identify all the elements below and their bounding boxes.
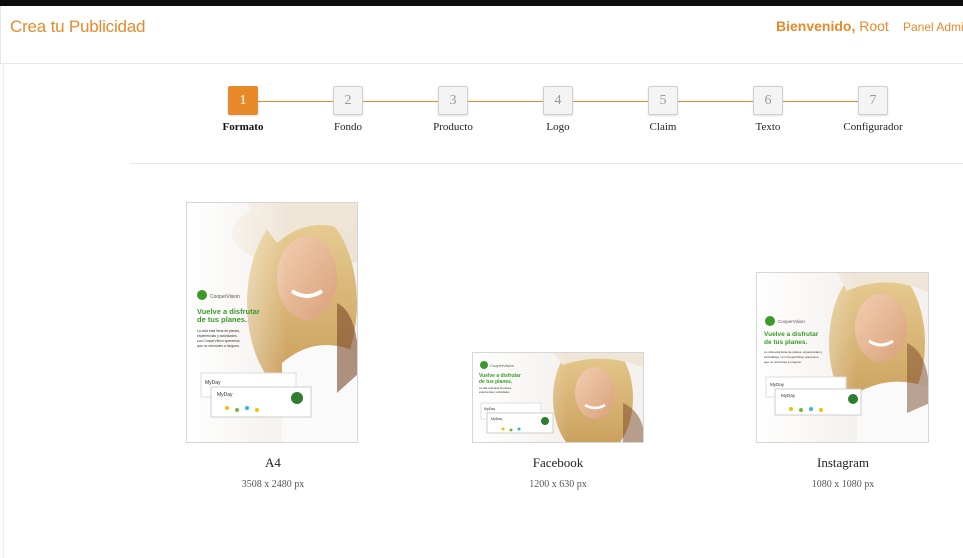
step-label: Claim — [649, 121, 677, 133]
step-claim[interactable]: 5 Claim — [623, 86, 703, 133]
format-card-a4[interactable]: CooperVision Vuelve a disfrutar de tus p… — [186, 202, 358, 443]
svg-text:La vida está llena de planes,: La vida está llena de planes, — [479, 386, 512, 390]
step-label: Configurador — [843, 121, 903, 133]
ad-preview-image: CooperVision Vuelve a disfrutar de tus p… — [187, 203, 357, 442]
svg-text:que no renuncies a ninguno.: que no renuncies a ninguno. — [764, 360, 802, 364]
step-number: 7 — [858, 86, 888, 115]
step-number: 6 — [753, 86, 783, 115]
svg-text:de tus planes.: de tus planes. — [479, 379, 513, 385]
svg-text:MyDay: MyDay — [205, 380, 221, 386]
step-label: Fondo — [333, 121, 363, 133]
step-configurador[interactable]: 7 Configurador — [833, 86, 913, 133]
step-label: Texto — [755, 121, 781, 133]
svg-text:MyDay: MyDay — [217, 392, 233, 398]
brand-title[interactable]: Crea tu Publicidad — [10, 17, 146, 37]
svg-text:CooperVision: CooperVision — [490, 363, 514, 368]
step-texto[interactable]: 6 Texto — [728, 86, 808, 133]
step-fondo[interactable]: 2 Fondo — [308, 86, 388, 133]
svg-text:CooperVision: CooperVision — [778, 319, 805, 324]
panel-admin-link[interactable]: Panel Admin — [903, 20, 963, 34]
step-label: Formato — [222, 121, 264, 133]
svg-text:MyDay: MyDay — [484, 407, 495, 411]
svg-text:que no renuncies a ninguno.: que no renuncies a ninguno. — [197, 344, 240, 348]
format-size-facebook: 1200 x 630 px — [529, 479, 587, 490]
svg-text:actividades, con CooperVision: actividades, con CooperVision queremos — [764, 355, 819, 359]
svg-text:con CooperVision queremos: con CooperVision queremos — [197, 339, 240, 343]
svg-text:La vida está llena de planes,: La vida está llena de planes, experienci… — [764, 350, 823, 354]
format-name-a4: A4 — [265, 455, 281, 470]
app-header: Crea tu Publicidad Bienvenido, Root Pane… — [0, 6, 963, 64]
user-name: Root — [859, 18, 889, 34]
format-card-facebook[interactable]: CooperVision Vuelve a disfrutar de tus p… — [472, 352, 644, 443]
step-formato[interactable]: 1 Formato — [203, 86, 283, 133]
svg-text:de tus planes.: de tus planes. — [197, 315, 247, 324]
step-number: 4 — [543, 86, 573, 115]
step-producto[interactable]: 3 Producto — [413, 86, 493, 133]
svg-text:Vuelve a disfrutar: Vuelve a disfrutar — [764, 331, 819, 338]
step-label: Producto — [433, 121, 473, 133]
svg-text:MyDay: MyDay — [491, 417, 502, 421]
svg-text:MyDay: MyDay — [770, 382, 785, 387]
step-label: Logo — [546, 121, 570, 133]
format-size-a4: 3508 x 2480 px — [241, 479, 305, 490]
wizard-steps: 1 Formato 2 Fondo 3 Producto 4 Logo 5 Cl… — [130, 64, 963, 164]
step-number: 3 — [438, 86, 468, 115]
svg-text:MyDay: MyDay — [781, 393, 796, 398]
left-divider — [3, 64, 4, 558]
format-card-instagram[interactable]: CooperVision Vuelve a disfrutar de tus p… — [756, 272, 929, 443]
step-number: 1 — [228, 86, 258, 115]
step-logo[interactable]: 4 Logo — [518, 86, 598, 133]
step-number: 5 — [648, 86, 678, 115]
ad-preview-image: CooperVision Vuelve a disfrutar de tus p… — [473, 353, 643, 442]
svg-text:experiencias y actividades,: experiencias y actividades, — [197, 334, 238, 338]
format-name-facebook: Facebook — [532, 455, 584, 470]
welcome-prefix: Bienvenido, — [776, 18, 856, 34]
svg-text:de tus planes.: de tus planes. — [764, 339, 808, 346]
svg-text:experiencias y actividades,: experiencias y actividades, — [479, 390, 510, 394]
ad-preview-image: CooperVision Vuelve a disfrutar de tus p… — [757, 273, 928, 442]
format-name-instagram: Instagram — [817, 455, 869, 470]
svg-text:CooperVision: CooperVision — [210, 294, 240, 300]
step-number: 2 — [333, 86, 363, 115]
format-size-instagram: 1080 x 1080 px — [811, 479, 875, 490]
welcome-message: Bienvenido, Root — [776, 18, 889, 34]
svg-text:La vida está llena de planes,: La vida está llena de planes, — [197, 329, 240, 333]
